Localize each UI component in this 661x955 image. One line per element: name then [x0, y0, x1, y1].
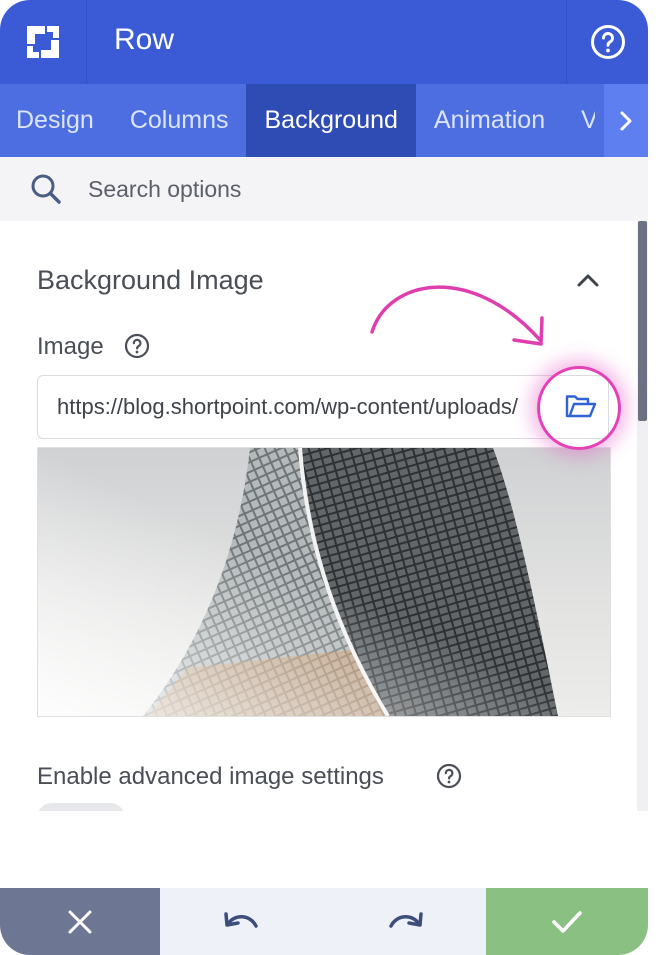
image-url-field[interactable]: https://blog.shortpoint.com/wp-content/u… [37, 375, 609, 439]
image-preview [37, 447, 611, 717]
logo [0, 0, 87, 84]
panel-title: Row [114, 23, 175, 56]
chevron-right-icon [620, 111, 632, 130]
close-icon [68, 910, 92, 933]
search-icon [31, 174, 61, 204]
help-button[interactable] [566, 0, 648, 84]
scrollbar-thumb[interactable] [638, 221, 647, 421]
tab-design[interactable]: Design [0, 84, 112, 157]
save-button[interactable] [486, 888, 648, 955]
search-bar [0, 157, 648, 221]
undo-icon [223, 911, 258, 928]
tab-visibility[interactable]: V [563, 84, 595, 157]
building-photo [38, 448, 610, 716]
redo-icon [388, 911, 423, 928]
highlight-circle [537, 366, 621, 450]
panel: Row Design Columns Background Animation … [0, 0, 648, 955]
image-label: Image [37, 333, 104, 360]
check-icon [552, 910, 582, 933]
tab-animation[interactable]: Animation [416, 84, 563, 157]
footer-toolbar [0, 888, 648, 955]
header: Row [0, 0, 648, 84]
tab-columns[interactable]: Columns [112, 84, 247, 157]
undo-button[interactable] [160, 888, 323, 955]
shortpoint-logo-icon [27, 26, 59, 58]
section-title: Background Image [37, 265, 264, 295]
help-circle-icon [591, 25, 625, 59]
tab-bar: Design Columns Background Animation V [0, 84, 648, 157]
scrollbar[interactable] [637, 221, 648, 811]
chevron-up-icon[interactable] [574, 269, 602, 291]
cancel-button[interactable] [0, 888, 160, 955]
tab-background[interactable]: Background [246, 84, 416, 157]
redo-button[interactable] [323, 888, 486, 955]
advanced-settings-toggle[interactable] [37, 803, 125, 811]
tab-scroll-right-button[interactable] [604, 84, 648, 157]
help-circle-icon[interactable] [124, 333, 150, 359]
advanced-settings-label: Enable advanced image settings [37, 763, 384, 790]
help-circle-icon[interactable] [436, 763, 462, 789]
search-input[interactable] [86, 174, 570, 204]
annotation-arrow [370, 285, 544, 346]
image-url-value: https://blog.shortpoint.com/wp-content/u… [57, 394, 519, 419]
